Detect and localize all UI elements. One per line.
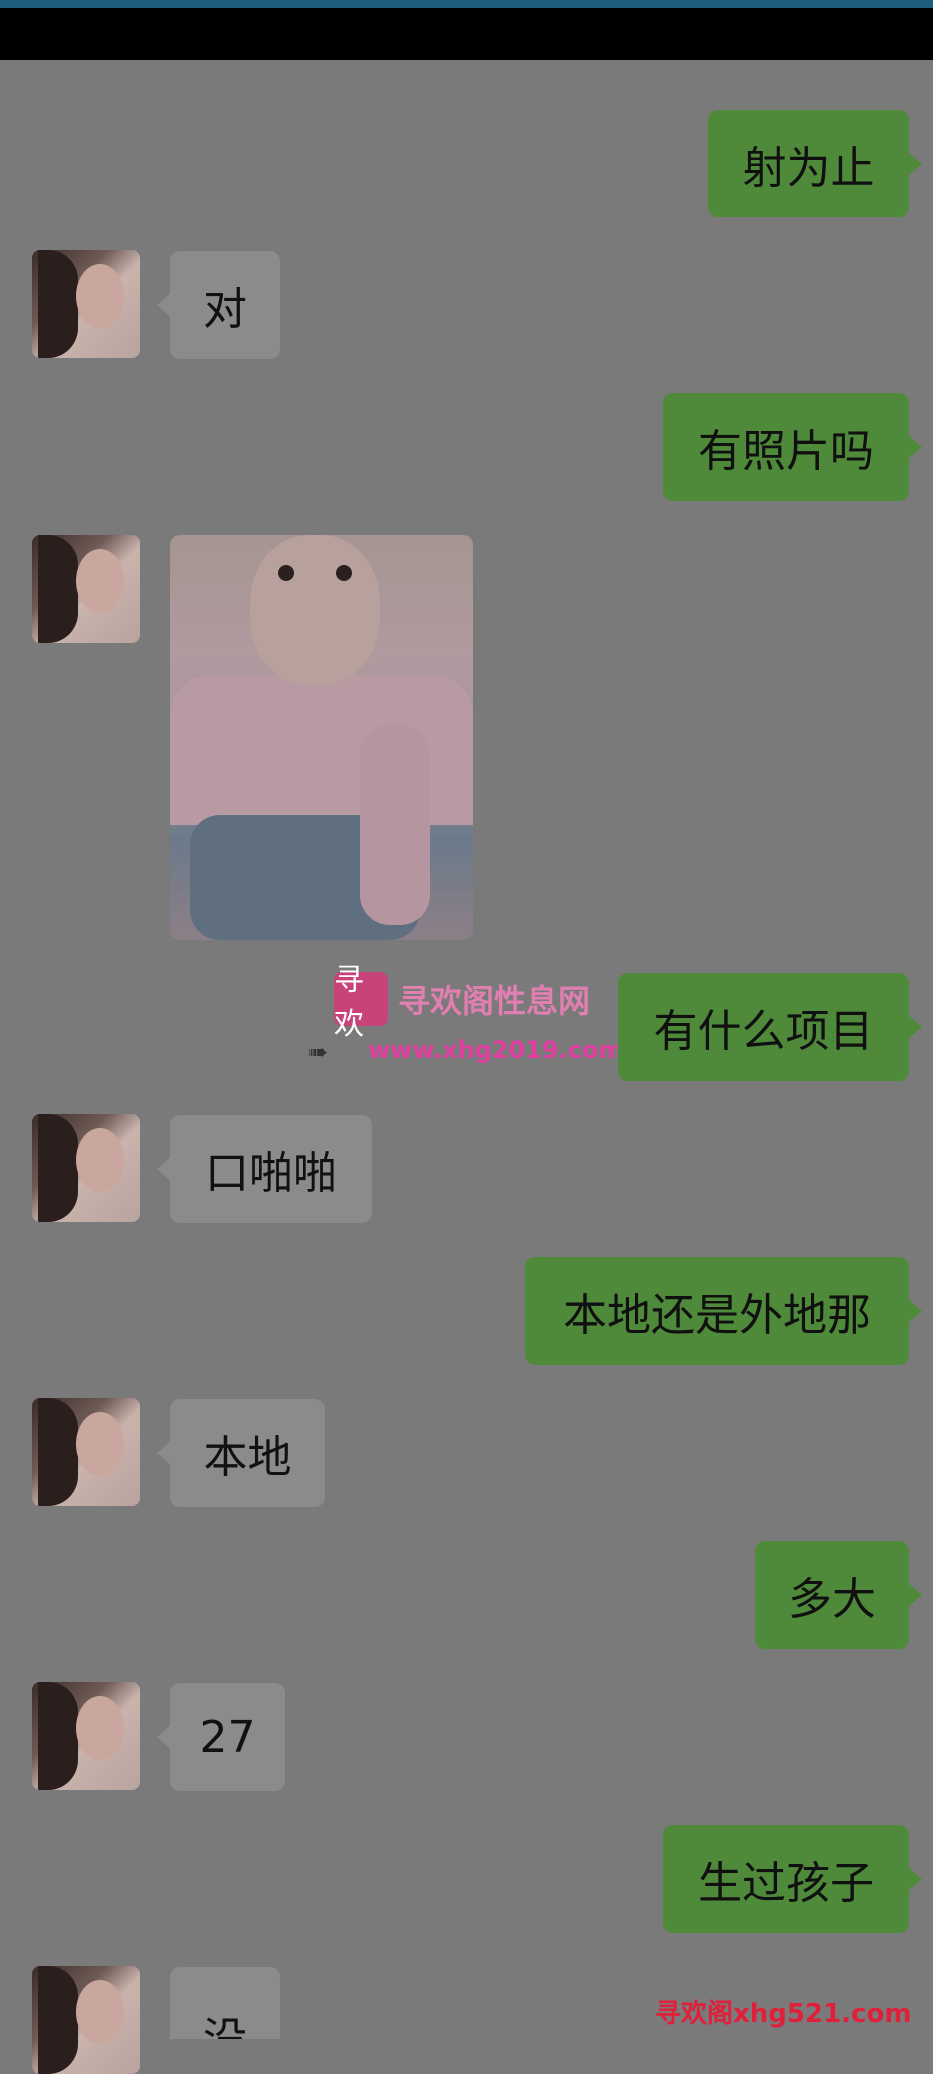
contact-avatar[interactable] bbox=[32, 1398, 140, 1506]
contact-avatar[interactable] bbox=[32, 1682, 140, 1790]
message-text: 27 bbox=[199, 1711, 256, 1763]
incoming-message[interactable]: 口啪啪 bbox=[157, 1115, 372, 1223]
incoming-message[interactable]: 本地 bbox=[157, 1399, 325, 1507]
watermark-title: 寻欢阁性息网 bbox=[398, 982, 591, 1020]
avatar-face bbox=[76, 1128, 124, 1192]
outgoing-message[interactable]: 生过孩子 bbox=[663, 1825, 922, 1933]
incoming-message[interactable]: 27 bbox=[157, 1683, 285, 1791]
avatar-hair bbox=[38, 535, 78, 643]
outgoing-message[interactable]: 有照片吗 bbox=[663, 393, 922, 501]
message-text: 口啪啪 bbox=[205, 1148, 337, 1199]
photo-eye bbox=[336, 565, 352, 581]
message-text: 有什么项目 bbox=[653, 1006, 874, 1057]
avatar-hair bbox=[38, 1114, 78, 1222]
top-bar bbox=[0, 8, 933, 60]
avatar-hair bbox=[38, 1966, 78, 2074]
avatar-hair bbox=[38, 250, 78, 358]
message-text: 本地还是外地那 bbox=[563, 1290, 871, 1341]
message-text: 生过孩子 bbox=[698, 1858, 874, 1909]
avatar-hair bbox=[38, 1398, 78, 1506]
watermark-logo: 寻欢 bbox=[334, 963, 388, 1042]
incoming-message[interactable]: 没 bbox=[170, 1967, 280, 2039]
contact-avatar[interactable] bbox=[32, 1114, 140, 1222]
avatar-face bbox=[76, 549, 124, 613]
avatar-face bbox=[76, 1696, 124, 1760]
status-bar-accent bbox=[0, 0, 933, 8]
outgoing-message[interactable]: 本地还是外地那 bbox=[525, 1257, 922, 1365]
contact-avatar[interactable] bbox=[32, 535, 140, 643]
outgoing-message[interactable]: 有什么项目 bbox=[618, 973, 922, 1081]
message-text: 射为止 bbox=[742, 142, 875, 194]
avatar-face bbox=[76, 264, 124, 328]
contact-avatar[interactable] bbox=[32, 1966, 140, 2074]
bottom-watermark: 寻欢阁xhg521.com bbox=[655, 1999, 912, 2029]
site-watermark: 寻欢 寻欢阁性息网 ➠ www.xhg2019.com bbox=[308, 963, 628, 1070]
photo-face bbox=[250, 535, 380, 685]
photo-sleeve bbox=[360, 725, 430, 925]
avatar-hair bbox=[38, 1682, 78, 1790]
photo-eye bbox=[278, 565, 294, 581]
avatar-face bbox=[76, 1412, 124, 1476]
message-text: 对 bbox=[203, 284, 247, 335]
outgoing-message[interactable]: 多大 bbox=[755, 1541, 922, 1649]
message-text: 本地 bbox=[203, 1432, 292, 1483]
message-text: 多大 bbox=[788, 1574, 876, 1625]
incoming-message[interactable]: 对 bbox=[157, 251, 280, 359]
watermark-url: www.xhg2019.com bbox=[368, 1036, 624, 1064]
avatar-face bbox=[76, 1980, 124, 2044]
photo-message[interactable] bbox=[170, 535, 473, 940]
contact-avatar[interactable] bbox=[32, 250, 140, 358]
message-text: 有照片吗 bbox=[698, 426, 874, 477]
arrow-icon: ➠ bbox=[308, 1038, 329, 1066]
message-text: 没 bbox=[203, 2003, 247, 2039]
outgoing-message[interactable]: 射为止 bbox=[708, 110, 922, 217]
